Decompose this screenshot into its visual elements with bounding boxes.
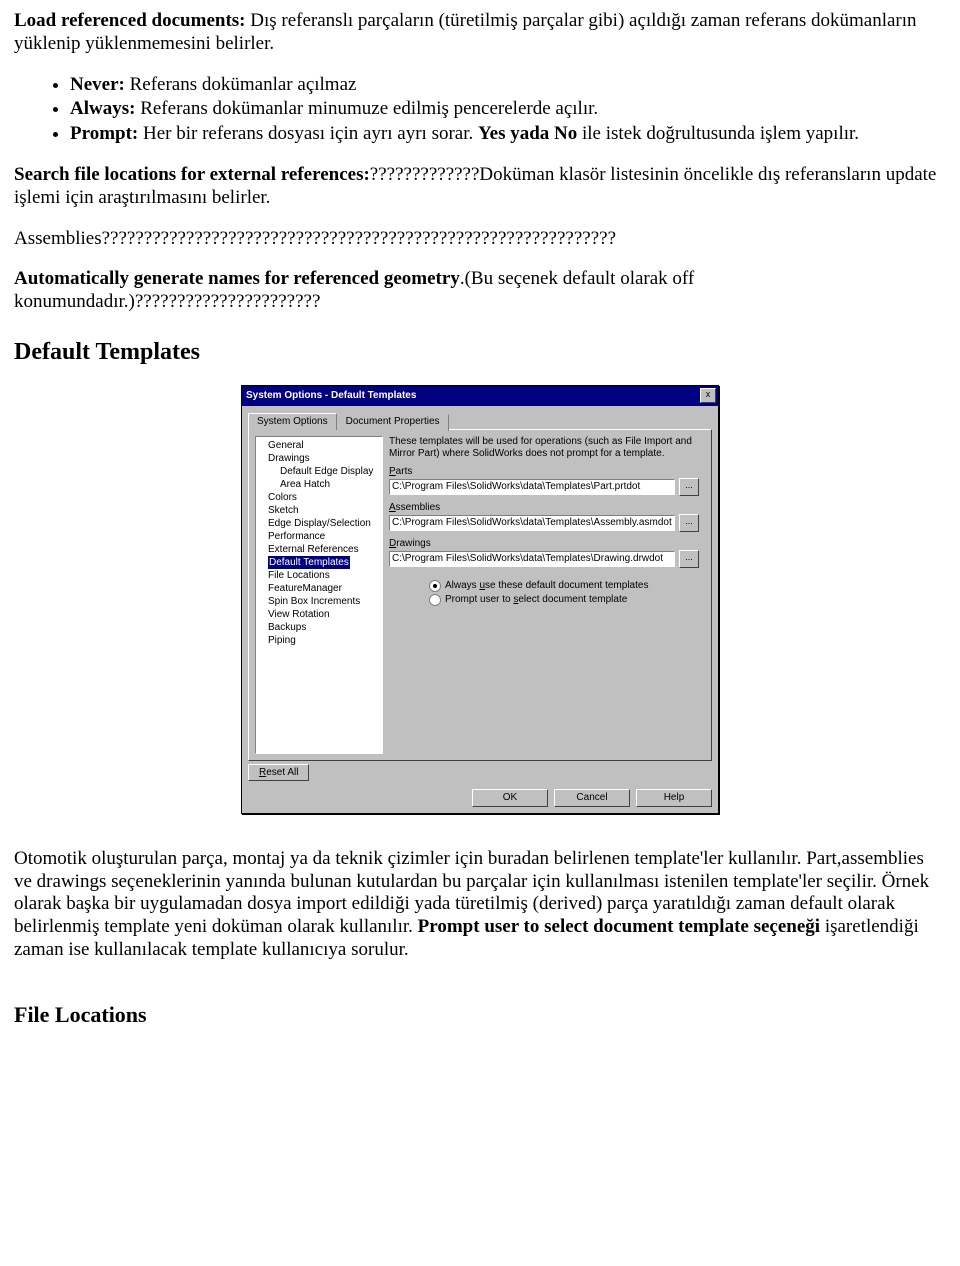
label-assemblies: Assemblies [389, 502, 699, 514]
dialog-titlebar: System Options - Default Templates x [242, 386, 718, 406]
tab-panel: General Drawings Default Edge Display Ar… [248, 429, 712, 761]
browse-assemblies-button[interactable]: ... [679, 514, 699, 532]
tab-bar: System Options Document Properties [248, 412, 712, 429]
label-prompt: Prompt: [70, 123, 138, 144]
browse-parts-button[interactable]: ... [679, 478, 699, 496]
tree-item-view-rotation[interactable]: View Rotation [258, 608, 380, 621]
bullet-prompt: Prompt: Her bir referans dosyası için ay… [70, 123, 946, 146]
tree-item-external-references[interactable]: External References [258, 543, 380, 556]
browse-drawings-button[interactable]: ... [679, 550, 699, 568]
tab-system-options[interactable]: System Options [248, 413, 337, 430]
options-right-pane: These templates will be used for operati… [383, 436, 705, 754]
label-load-referenced: Load referenced documents: [14, 10, 246, 31]
radio-always-label: Always use these default document templa… [445, 580, 648, 592]
label-parts: Parts [389, 466, 699, 478]
radio-group: Always use these default document templa… [429, 580, 699, 606]
bullet-list: Never: Referans dokümanlar açılmaz Alway… [14, 74, 946, 146]
radio-icon [429, 580, 441, 592]
intro-text: These templates will be used for operati… [389, 436, 699, 460]
radio-prompt-label: Prompt user to select document template [445, 594, 627, 606]
tab-document-properties[interactable]: Document Properties [337, 414, 449, 431]
tree-item-featuremanager[interactable]: FeatureManager [258, 582, 380, 595]
para-auto-generate-names: Automatically generate names for referen… [14, 268, 946, 314]
heading-default-templates: Default Templates [14, 338, 946, 367]
heading-file-locations: File Locations [14, 1002, 946, 1028]
input-assemblies-template[interactable]: C:\Program Files\SolidWorks\data\Templat… [389, 515, 675, 531]
tree-item-general[interactable]: General [258, 439, 380, 452]
label-drawings: Drawings [389, 538, 699, 550]
label-yes-no: Yes yada No [478, 123, 577, 144]
para-default-templates-desc: Otomotik oluşturulan parça, montaj ya da… [14, 848, 946, 962]
reset-all-button[interactable]: Reset All [248, 764, 309, 781]
tree-item-area-hatch[interactable]: Area Hatch [258, 478, 380, 491]
cancel-button[interactable]: Cancel [554, 789, 630, 807]
radio-prompt-user[interactable]: Prompt user to select document template [429, 594, 699, 606]
tree-item-default-edge-display[interactable]: Default Edge Display [258, 465, 380, 478]
tree-item-colors[interactable]: Colors [258, 491, 380, 504]
options-tree[interactable]: General Drawings Default Edge Display Ar… [255, 436, 383, 754]
label-prompt-user-option: Prompt user to select document template … [418, 916, 820, 937]
radio-always-use[interactable]: Always use these default document templa… [429, 580, 699, 592]
label-auto-generate-names: Automatically generate names for referen… [14, 268, 460, 289]
dialog-screenshot: System Options - Default Templates x Sys… [14, 385, 946, 814]
para-load-referenced: Load referenced documents: Dış referansl… [14, 10, 946, 56]
label-never: Never: [70, 74, 125, 95]
text-prompt: Her bir referans dosyası için ayrı ayrı … [138, 123, 478, 144]
dialog-footer: OK Cancel Help [242, 783, 718, 813]
dialog-title: System Options - Default Templates [246, 390, 700, 402]
label-always: Always: [70, 98, 135, 119]
system-options-dialog: System Options - Default Templates x Sys… [241, 385, 719, 814]
text-never: Referans dokümanlar açılmaz [125, 74, 357, 95]
ok-button[interactable]: OK [472, 789, 548, 807]
para-search-file-locations: Search file locations for external refer… [14, 164, 946, 210]
text-always: Referans dokümanlar minumuze edilmiş pen… [135, 98, 598, 119]
tree-item-file-locations[interactable]: File Locations [258, 569, 380, 582]
radio-icon [429, 594, 441, 606]
input-parts-template[interactable]: C:\Program Files\SolidWorks\data\Templat… [389, 479, 675, 495]
tree-item-backups[interactable]: Backups [258, 621, 380, 634]
tree-item-performance[interactable]: Performance [258, 530, 380, 543]
tree-item-default-templates[interactable]: Default Templates [258, 556, 380, 569]
label-search-file-locations: Search file locations for external refer… [14, 164, 370, 185]
tree-item-piping[interactable]: Piping [258, 634, 380, 647]
tree-item-sketch[interactable]: Sketch [258, 504, 380, 517]
para-assemblies: Assemblies??????????????????????????????… [14, 228, 946, 251]
tree-item-edge-display-selection[interactable]: Edge Display/Selection [258, 517, 380, 530]
tree-item-spin-box-increments[interactable]: Spin Box Increments [258, 595, 380, 608]
close-icon[interactable]: x [700, 388, 716, 403]
input-drawings-template[interactable]: C:\Program Files\SolidWorks\data\Templat… [389, 551, 675, 567]
help-button[interactable]: Help [636, 789, 712, 807]
tree-item-drawings[interactable]: Drawings [258, 452, 380, 465]
bullet-never: Never: Referans dokümanlar açılmaz [70, 74, 946, 97]
bullet-always: Always: Referans dokümanlar minumuze edi… [70, 98, 946, 121]
text-prompt-tail: ile istek doğrultusunda işlem yapılır. [577, 123, 859, 144]
